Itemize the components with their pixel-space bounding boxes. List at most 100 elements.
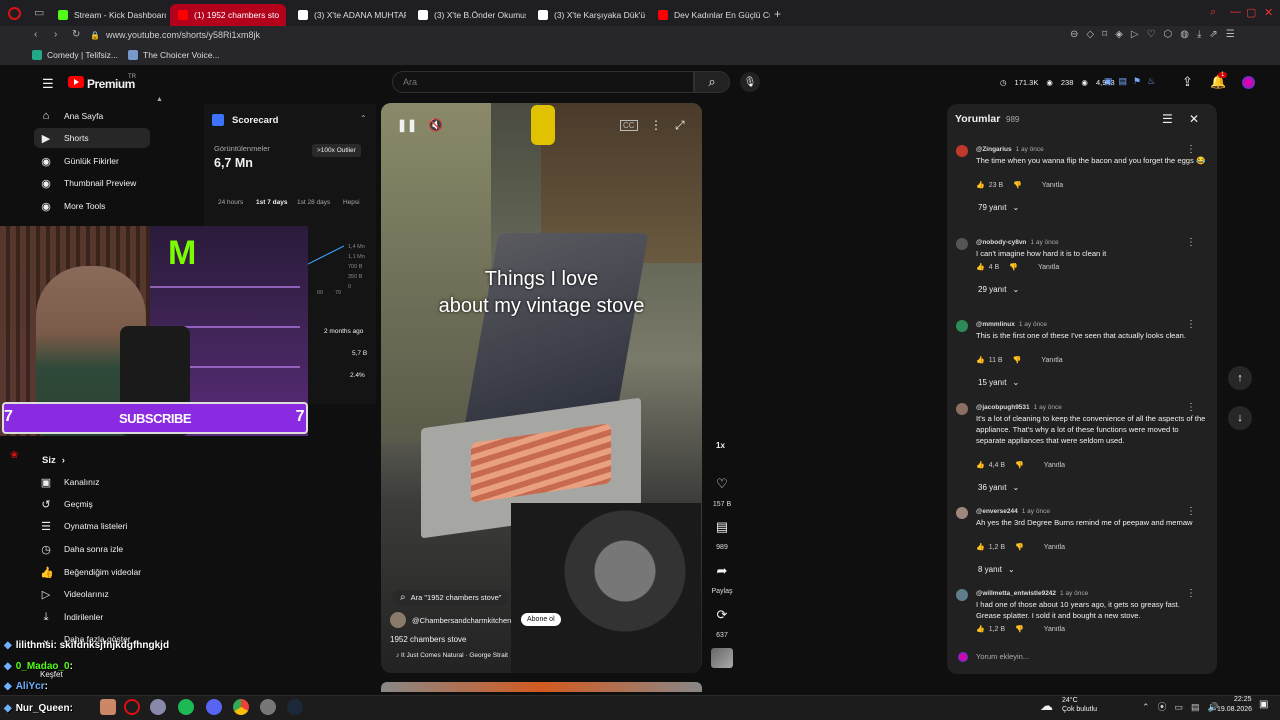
you-header[interactable]: Siz ›	[42, 455, 65, 466]
thumbs-up-icon[interactable]: 👍	[976, 543, 985, 551]
comment-menu-icon[interactable]: ⋮	[1186, 144, 1196, 155]
reply-button[interactable]: Yanıtla	[1044, 462, 1065, 469]
browser-tab[interactable]: (3) X'te B.Önder Okumuş	[410, 4, 526, 26]
comment-icon[interactable]: ▤	[712, 519, 732, 539]
thumbs-up-icon[interactable]: 👍	[976, 263, 985, 271]
steam-icon[interactable]	[287, 699, 303, 715]
captions-icon[interactable]: CC	[620, 120, 638, 131]
menu-icon[interactable]: ☰	[42, 76, 54, 92]
reply-button[interactable]: Yanıtla	[1044, 544, 1065, 551]
comment-menu-icon[interactable]: ⋮	[1186, 588, 1196, 599]
scroll-down-button[interactable]: ↓	[1228, 406, 1252, 430]
reply-button[interactable]: Yanıtla	[1044, 626, 1065, 633]
speed-label[interactable]: 1x	[716, 441, 725, 450]
comment-avatar[interactable]	[956, 238, 968, 250]
reload-icon[interactable]: ↻	[72, 29, 80, 40]
short-video-player[interactable]	[381, 103, 702, 673]
back-icon[interactable]: ‹	[34, 29, 37, 40]
comment-author[interactable]: @enverse244 1 ay önce	[976, 508, 1050, 515]
comment-menu-icon[interactable]: ⋮	[1186, 506, 1196, 517]
comment-avatar[interactable]	[956, 403, 968, 415]
sort-icon[interactable]: ☰	[1162, 112, 1173, 126]
range-tab-selected[interactable]: 1st 7 days	[256, 199, 287, 206]
thumbs-up-icon[interactable]: 👍	[976, 625, 985, 633]
sidebar-you-item[interactable]: 👍 Beğendiğim videolar	[34, 562, 150, 582]
comment-menu-icon[interactable]: ⋮	[1186, 237, 1196, 248]
minimize-icon[interactable]: —	[1230, 6, 1241, 18]
replies-toggle[interactable]: 8 yanıt ⌄	[978, 565, 1015, 574]
thumbs-down-icon[interactable]: 👎	[1013, 181, 1022, 189]
sidebar-you-item[interactable]: ▷ Videolarınız	[34, 584, 150, 604]
range-tab[interactable]: 1st 28 days	[297, 199, 330, 206]
sound-thumbnail[interactable]	[711, 648, 733, 668]
pause-icon[interactable]: ❚❚	[397, 118, 417, 132]
replies-toggle[interactable]: 15 yanıt ⌄	[978, 378, 1019, 387]
more-options-icon[interactable]: ⋮	[650, 118, 662, 132]
close-window-icon[interactable]: ✕	[1264, 6, 1273, 19]
comment-menu-icon[interactable]: ⋮	[1186, 319, 1196, 330]
comment-avatar[interactable]	[956, 320, 968, 332]
music-label[interactable]: ♪ It Just Comes Natural · George Strait	[396, 652, 508, 659]
reply-button[interactable]: Yanıtla	[1038, 264, 1059, 271]
browser-tab[interactable]: (1) 1952 chambers sto	[170, 4, 286, 26]
notifications-center-icon[interactable]: ▣	[1259, 699, 1268, 710]
thumbs-down-icon[interactable]: 👎	[1015, 543, 1024, 551]
thumbs-up-icon[interactable]: 👍	[976, 181, 985, 189]
thumbs-up-icon[interactable]: 👍	[976, 461, 985, 469]
maximize-icon[interactable]: ▢	[1246, 6, 1256, 19]
taskbar-app-icon[interactable]	[150, 699, 166, 715]
comment-author[interactable]: @mmmlinux 1 ay önce	[976, 321, 1047, 328]
youtube-logo-icon[interactable]	[68, 76, 84, 88]
replies-toggle[interactable]: 29 yanıt ⌄	[978, 285, 1019, 294]
browser-tab[interactable]: (3) X'te ADANA MUHTARI	[290, 4, 406, 26]
chrome-icon[interactable]	[233, 699, 249, 715]
sidebar-you-item[interactable]: ⤓ İndirilenler	[34, 607, 150, 627]
sidebar-item[interactable]: ▶ Shorts	[34, 128, 150, 148]
forward-icon[interactable]: ›	[54, 29, 57, 40]
range-tab[interactable]: 24 hours	[218, 199, 243, 206]
browser-logo-icon[interactable]	[8, 7, 21, 20]
create-icon[interactable]: ⇪	[1182, 74, 1193, 90]
thumbs-down-icon[interactable]: 👎	[1015, 625, 1024, 633]
weather-temp[interactable]: 24°C	[1062, 697, 1078, 704]
sidebar-you-item[interactable]: ◷ Daha sonra izle	[34, 539, 150, 559]
channel-avatar[interactable]	[390, 612, 406, 628]
scroll-up-button[interactable]: ↑	[1228, 366, 1252, 390]
taskbar-app-icon[interactable]	[100, 699, 116, 715]
comment-author[interactable]: @Zingarius 1 ay önce	[976, 146, 1044, 153]
comment-author[interactable]: @nobody-cy8vn 1 ay önce	[976, 239, 1059, 246]
sidebar-item[interactable]: ⌂ Ana Sayfa	[34, 106, 150, 126]
thumbs-down-icon[interactable]: 👎	[1015, 461, 1024, 469]
discord-icon[interactable]	[206, 699, 222, 715]
thumbs-down-icon[interactable]: 👎	[1013, 356, 1022, 364]
add-comment-input[interactable]: Yorum ekleyin...	[976, 652, 1029, 661]
reply-button[interactable]: Yanıtla	[1041, 357, 1062, 364]
remix-icon[interactable]: ⟳	[712, 607, 732, 627]
next-video-peek[interactable]	[381, 682, 702, 692]
voice-search-button[interactable]: 🎙	[740, 72, 760, 92]
taskbar-app-icon[interactable]	[260, 699, 276, 715]
comment-avatar[interactable]	[956, 589, 968, 601]
browser-tab[interactable]: Dev Kadınlar En Güçlü Cücı	[650, 4, 770, 26]
replies-toggle[interactable]: 79 yanıt ⌄	[978, 203, 1019, 212]
bookmark-item[interactable]: The Choicer Voice...	[128, 50, 220, 60]
reply-button[interactable]: Yanıtla	[1042, 182, 1063, 189]
mute-icon[interactable]: 🔇	[428, 118, 443, 132]
replies-toggle[interactable]: 36 yanıt ⌄	[978, 483, 1019, 492]
clock-time[interactable]: 22:25	[1234, 696, 1252, 703]
thumbs-up-icon[interactable]: 👍	[976, 356, 985, 364]
comment-author[interactable]: @jacobpugh9531 1 ay önce	[976, 404, 1062, 411]
like-icon[interactable]: ♡	[712, 476, 732, 496]
extension-icons[interactable]: ▣▤⚑♨	[1104, 76, 1161, 87]
sidebar-you-item[interactable]: ↺ Geçmiş	[34, 494, 150, 514]
browser-tab[interactable]: Stream - Kick Dashboard	[50, 4, 166, 26]
bookmark-item[interactable]: Comedy | Telifsiz...	[32, 50, 118, 60]
taskbar-app-icon[interactable]	[124, 699, 140, 715]
fullscreen-icon[interactable]: ⤢	[675, 118, 685, 133]
subscribe-button[interactable]: Abone ol	[521, 613, 561, 626]
search-button[interactable]: ⌕	[694, 71, 730, 93]
range-tab[interactable]: Hepsi	[343, 199, 360, 206]
comment-menu-icon[interactable]: ⋮	[1186, 402, 1196, 413]
browser-tab[interactable]: (3) X'te Karşıyaka Dük'ü	[530, 4, 646, 26]
comment-avatar[interactable]	[956, 145, 968, 157]
